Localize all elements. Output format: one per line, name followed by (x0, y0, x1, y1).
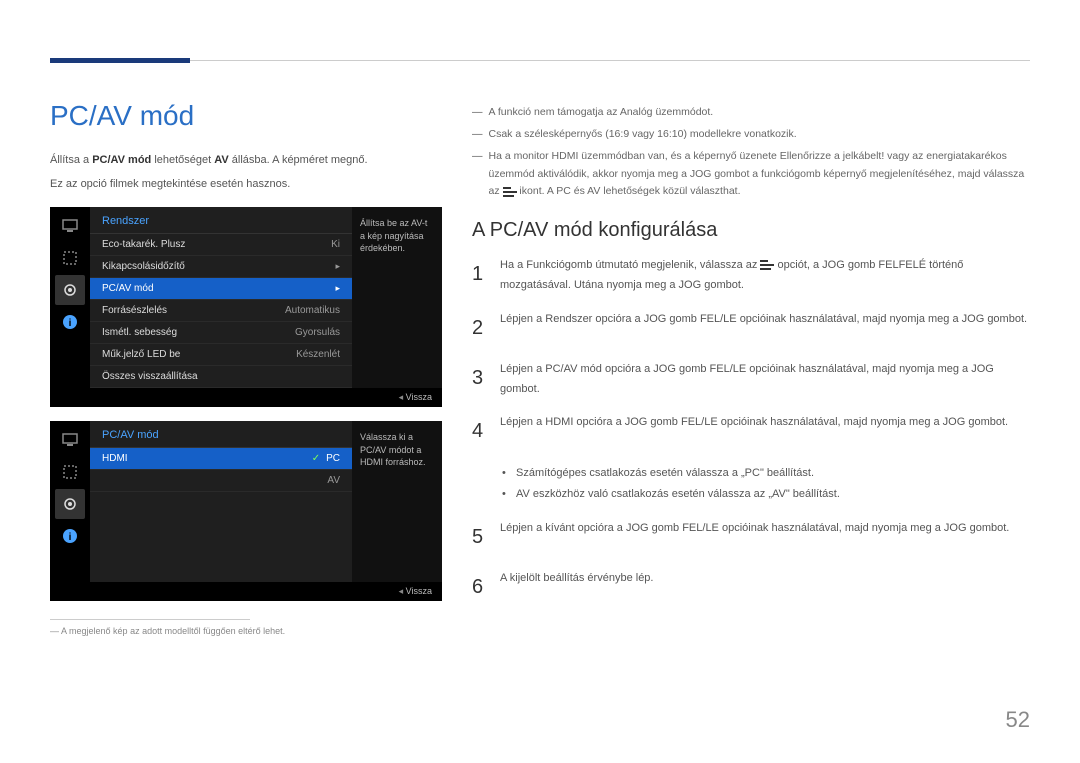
step-1: 1Ha a Funkciógomb útmutató megjelenik, v… (472, 256, 1030, 296)
osd-description: Állítsa be az AV-t a kép nagyítása érdek… (352, 207, 442, 388)
frame-icon (62, 250, 78, 266)
config-heading: A PC/AV mód konfigurálása (472, 219, 1030, 242)
steps-list: 1Ha a Funkciógomb útmutató megjelenik, v… (472, 256, 1030, 605)
osd-sidebar: i (50, 207, 90, 388)
osd-row[interactable]: AV (90, 470, 352, 492)
page-title: PC/AV mód (50, 100, 442, 132)
bullet-list: Számítógépes csatlakozás esetén válassza… (502, 463, 1030, 505)
osd-row[interactable]: Ismétl. sebességGyorsulás (90, 322, 352, 344)
gear-icon (62, 282, 78, 298)
step-6: 6A kijelölt beállítás érvénybe lép. (472, 569, 1030, 605)
osd-row-selected[interactable]: PC/AV mód▸ (90, 278, 352, 300)
osd-row[interactable]: Eco-takarék. PluszKi (90, 234, 352, 256)
osd-description: Válassza ki a PC/AV módot a HDMI forrásh… (352, 421, 442, 582)
osd-footer[interactable]: Vissza (50, 388, 442, 407)
osd-row-selected[interactable]: HDMI ✓PC (90, 448, 352, 470)
gear-icon (62, 496, 78, 512)
footnote-rule (50, 619, 250, 620)
page-top-accent (50, 58, 190, 63)
osd-footer[interactable]: Vissza (50, 582, 442, 601)
left-column: PC/AV mód Állítsa a PC/AV mód lehetősége… (50, 60, 442, 636)
step-5: 5Lépjen a kívánt opcióra a JOG gomb FEL/… (472, 519, 1030, 555)
step-3: 3Lépjen a PC/AV mód opcióra a JOG gomb F… (472, 360, 1030, 400)
footnote: ― A megjelenő kép az adott modelltől füg… (50, 626, 442, 636)
monitor-icon (62, 433, 78, 447)
osd-sidebar: i (50, 421, 90, 582)
intro-line-2: Ez az opció filmek megtekintése esetén h… (50, 176, 442, 194)
page-number: 52 (1006, 707, 1030, 733)
svg-text:i: i (69, 532, 72, 543)
osd2-row-label: HDMI (102, 453, 128, 464)
osd-row[interactable]: Műk.jelző LED beKészenlét (90, 344, 352, 366)
step-4: 4Lépjen a HDMI opcióra a JOG gomb FEL/LE… (472, 413, 1030, 449)
step-2: 2Lépjen a Rendszer opcióra a JOG gomb FE… (472, 310, 1030, 346)
osd-pcav-menu: i PC/AV mód HDMI ✓PC AV Válassza ki a PC… (50, 421, 442, 601)
osd-title: PC/AV mód (90, 421, 352, 448)
svg-text:i: i (69, 318, 72, 329)
osd-row[interactable]: ForrásészlelésAutomatikus (90, 300, 352, 322)
check-icon: ✓ (312, 453, 320, 464)
bullet-item: AV eszközhöz való csatlakozás esetén vál… (502, 484, 1030, 505)
menu-icon (760, 260, 774, 270)
page-top-rule (50, 60, 1030, 61)
bullet-item: Számítógépes csatlakozás esetén válassza… (502, 463, 1030, 484)
frame-icon (62, 464, 78, 480)
osd-system-menu: i Rendszer Eco-takarék. PluszKi Kikapcso… (50, 207, 442, 407)
menu-icon (503, 187, 517, 197)
info-icon: i (62, 314, 78, 330)
right-column: ―A funkció nem támogatja az Analóg üzemm… (472, 60, 1030, 636)
notes-block: ―A funkció nem támogatja az Analóg üzemm… (472, 104, 1030, 201)
osd-title: Rendszer (90, 207, 352, 234)
intro-line-1: Állítsa a PC/AV mód lehetőséget AV állás… (50, 152, 442, 170)
osd-row[interactable]: Kikapcsolásidőzítő▸ (90, 256, 352, 278)
osd-row[interactable]: Összes visszaállítása (90, 366, 352, 388)
monitor-icon (62, 219, 78, 233)
info-icon: i (62, 528, 78, 544)
